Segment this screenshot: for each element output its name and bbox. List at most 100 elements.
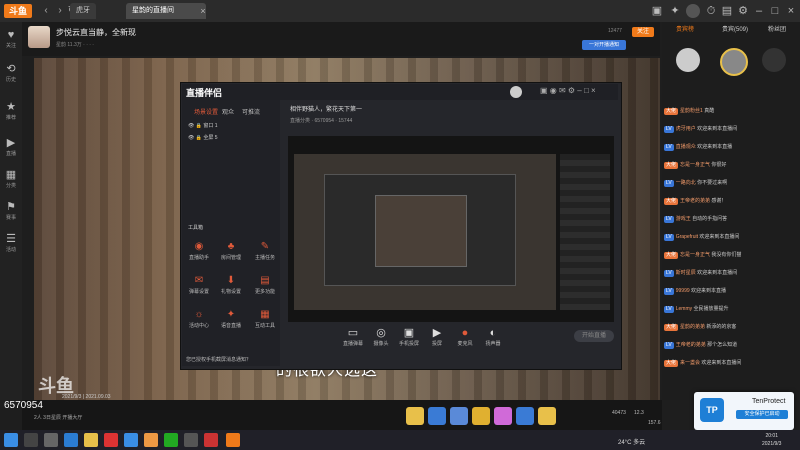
tool-room-manage[interactable]: ♣ 房间管理: [218, 240, 244, 268]
tab-vip[interactable]: 贵宾(509): [722, 24, 748, 33]
gift-icon[interactable]: [428, 407, 446, 425]
cast-button[interactable]: ▶ 投屏: [424, 326, 450, 347]
sidebar-item-live[interactable]: ▶ 直播: [0, 136, 22, 162]
gift-icon[interactable]: ✦: [668, 4, 682, 18]
companion-avatar[interactable]: [510, 86, 522, 98]
room-badge: 3日星辰: [43, 415, 61, 421]
app-icon[interactable]: [104, 433, 118, 447]
microphone-button[interactable]: ● 麦克风: [452, 326, 478, 347]
gift-icon[interactable]: [472, 407, 490, 425]
settings-icon[interactable]: ⚙: [736, 4, 750, 18]
sparkle-icon: ✦: [226, 309, 236, 320]
chat-username[interactable]: 一路向北: [676, 180, 696, 186]
chat-username[interactable]: 王帝老的弟弟: [680, 198, 710, 204]
chat-username[interactable]: 忘是一身正气: [680, 252, 710, 258]
minimize-icon[interactable]: –: [752, 4, 766, 18]
sidebar-item-events[interactable]: ⚑ 赛事: [0, 200, 22, 226]
notify-button[interactable]: 一对开播通知: [582, 40, 626, 50]
gift-icon[interactable]: [516, 407, 534, 425]
tab-stream[interactable]: 可推流: [242, 107, 260, 116]
danmaku-button[interactable]: ▭ 直播弹幕: [340, 326, 366, 347]
scene-item[interactable]: 👁 🔒 全屏 5: [188, 134, 218, 141]
room-badge: 开播大厅: [62, 415, 83, 421]
clock[interactable]: 20:01 2021/9/3: [762, 432, 781, 448]
sidebar-item-history[interactable]: ⟲ 历史: [0, 62, 22, 88]
tab-huya[interactable]: 虎牙: [70, 3, 96, 19]
gift-icon[interactable]: [450, 407, 468, 425]
start-icon[interactable]: [4, 433, 18, 447]
chat-username[interactable]: 星韵粉丝1: [680, 108, 703, 114]
folder-icon[interactable]: [84, 433, 98, 447]
user-icon[interactable]: [686, 4, 700, 18]
forward-icon[interactable]: ›: [54, 5, 66, 17]
start-live-button[interactable]: 开始直播: [574, 330, 614, 342]
chrome-icon[interactable]: [144, 433, 158, 447]
weather-widget[interactable]: 24°C 多云: [618, 437, 645, 446]
phone-cast-button[interactable]: ▣ 手机投屏: [396, 326, 422, 347]
chat-username[interactable]: 王帝老的弟弟: [676, 342, 706, 348]
douyu-icon[interactable]: [226, 433, 240, 447]
chat-username[interactable]: 直播观众: [676, 144, 696, 150]
list-item: 大佬 来一盏会 欢迎来到本直播间: [664, 360, 798, 367]
sidebar-item-recommend[interactable]: ★ 推荐: [0, 100, 22, 126]
tool-voice[interactable]: ✦ 语音直播: [218, 308, 244, 336]
gift-icon[interactable]: [406, 407, 424, 425]
tab-fans[interactable]: 粉丝团: [768, 24, 786, 33]
camera-button[interactable]: ◎ 摄像头: [368, 326, 394, 347]
taskview-icon[interactable]: [44, 433, 58, 447]
maximize-icon[interactable]: □: [768, 4, 782, 18]
rank-avatar[interactable]: [762, 48, 786, 72]
avatar[interactable]: [28, 26, 50, 48]
rank-avatar[interactable]: [676, 48, 700, 72]
close-icon[interactable]: ×: [784, 4, 798, 18]
stream-preview[interactable]: [288, 136, 614, 326]
sidebar-item-activity[interactable]: ☰ 活动: [0, 232, 22, 258]
speaker-button[interactable]: ◐ 扬声器: [480, 326, 506, 347]
window-icon[interactable]: ▣: [650, 4, 664, 18]
menu-icon: ☰: [6, 233, 16, 245]
chat-username[interactable]: Grapefruit: [676, 234, 698, 240]
companion-window-controls[interactable]: ▣ ◉ ✉ ⚙ – □ ×: [540, 86, 596, 95]
box-icon[interactable]: ▤: [720, 4, 734, 18]
app-logo[interactable]: 斗鱼: [4, 4, 32, 18]
gift-icon[interactable]: [538, 407, 556, 425]
chat-username[interactable]: 99999: [676, 288, 690, 294]
search-icon[interactable]: [24, 433, 38, 447]
tool-danmaku[interactable]: ✉ 弹幕设置: [186, 274, 212, 302]
chat-badge: 大佬: [664, 324, 679, 331]
tenprotect-status-button[interactable]: 安全保护已启动: [736, 410, 788, 419]
chat-username[interactable]: Lemmy: [676, 306, 692, 312]
app-icon[interactable]: [184, 433, 198, 447]
tool-gifts[interactable]: ⬇ 礼物设置: [218, 274, 244, 302]
tab-scenes[interactable]: 场景设置: [194, 107, 218, 116]
tab-close-icon[interactable]: ×: [196, 4, 210, 18]
scene-item[interactable]: 👁 🔒 窗口 1: [188, 122, 218, 129]
chat-username[interactable]: 来一盏会: [680, 360, 700, 366]
tool-more[interactable]: ▤ 更多功能: [252, 274, 278, 302]
tab-vip-rank[interactable]: 贵宾榜: [676, 24, 694, 33]
app-icon[interactable]: [124, 433, 138, 447]
rank-avatar[interactable]: [720, 48, 748, 76]
tool-live-assistant[interactable]: ◉ 直播助手: [186, 240, 212, 268]
chat-message: 欢迎来到本直播: [697, 144, 733, 150]
back-icon[interactable]: ‹: [40, 5, 52, 17]
chat-username[interactable]: 星韵的弟弟: [680, 324, 705, 330]
chat-username[interactable]: 忘是一身正气: [680, 162, 710, 168]
chat-username[interactable]: 斯时星辰: [676, 270, 696, 276]
sidebar-item-category[interactable]: ▦ 分类: [0, 168, 22, 194]
history-icon[interactable]: ⏱: [704, 4, 718, 18]
tab-audience[interactable]: 观众: [222, 107, 234, 116]
tab-current-room[interactable]: 星韵的直播间: [126, 3, 206, 19]
tool-interact[interactable]: ▦ 互动工具: [252, 308, 278, 336]
app-icon[interactable]: [204, 433, 218, 447]
gift-icon[interactable]: [494, 407, 512, 425]
chat-username[interactable]: 游戏王: [676, 216, 691, 222]
edge-icon[interactable]: [64, 433, 78, 447]
tool-activity[interactable]: ☼ 活动中心: [186, 308, 212, 336]
heart-icon: ♥: [7, 29, 15, 41]
chat-username[interactable]: 虎牙用户: [676, 126, 696, 132]
tool-tasks[interactable]: ✎ 主播任务: [252, 240, 278, 268]
follow-button[interactable]: 关注: [632, 27, 654, 37]
wechat-icon[interactable]: [164, 433, 178, 447]
sidebar-item-follow[interactable]: ♥ 关注: [0, 28, 22, 54]
